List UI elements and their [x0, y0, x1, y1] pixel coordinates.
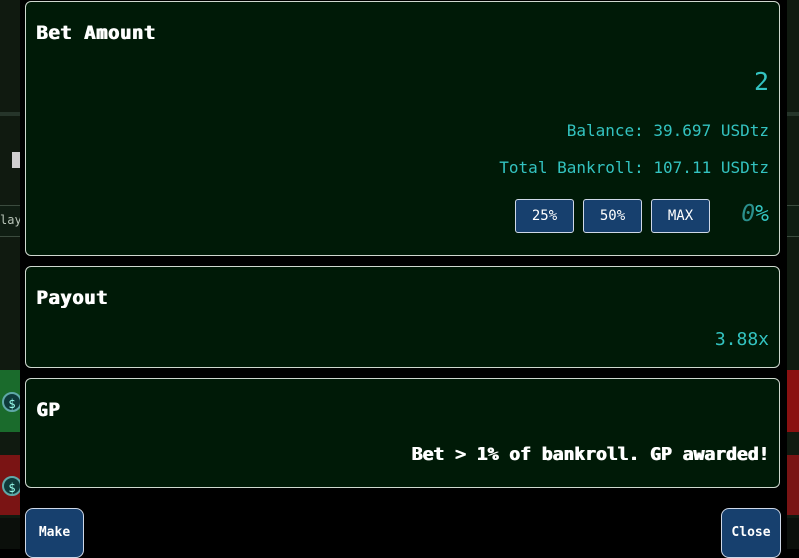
- payout-title: Payout: [36, 287, 108, 309]
- percent-sign: %: [755, 201, 769, 227]
- balance-text: Balance: 39.697 USDtz: [566, 121, 769, 140]
- bankroll-text: Total Bankroll: 107.11 USDtz: [499, 158, 769, 177]
- bet-amount-title: Bet Amount: [36, 22, 156, 44]
- gp-title: GP: [36, 399, 60, 421]
- bet-25-percent-button[interactable]: 25%: [515, 199, 574, 233]
- bg-icon: [12, 152, 20, 168]
- payout-value: 3.88x: [714, 329, 769, 350]
- gp-message: Bet > 1% of bankroll. GP awarded!: [411, 444, 769, 465]
- payout-panel: [25, 266, 780, 368]
- make-button[interactable]: Make: [25, 508, 84, 558]
- bet-percent-readout: 0%: [741, 201, 769, 227]
- dollar-coin-icon: $: [2, 392, 22, 412]
- dollar-coin-icon: $: [2, 476, 22, 496]
- close-button[interactable]: Close: [721, 508, 781, 558]
- bet-percent-value: 0: [741, 201, 756, 227]
- gp-panel: [25, 378, 780, 488]
- bet-50-percent-button[interactable]: 50%: [583, 199, 642, 233]
- bet-amount-input[interactable]: 2: [754, 67, 769, 96]
- bg-label: lay: [0, 213, 22, 227]
- bet-max-button[interactable]: MAX: [651, 199, 710, 233]
